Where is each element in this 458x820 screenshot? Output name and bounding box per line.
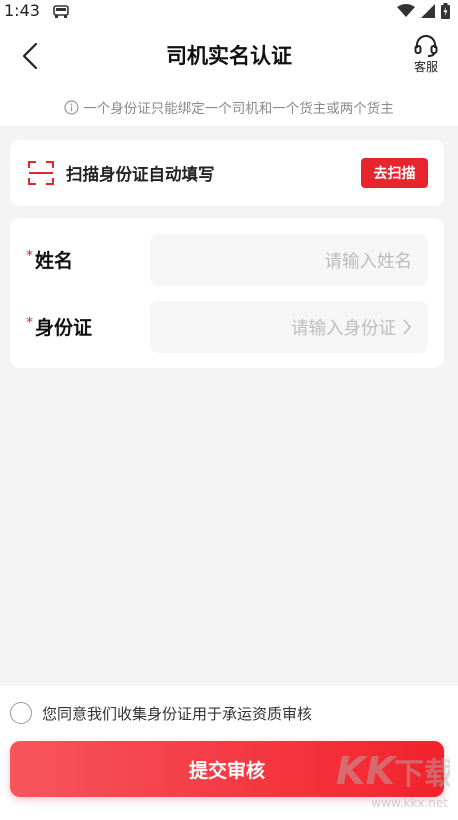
name-label: 姓名 — [35, 250, 74, 272]
required-mark: * — [26, 248, 33, 264]
bottom-panel: 您同意我们收集身份证用于承运资质审核 提交审核 — [0, 686, 458, 820]
id-number-label: 身份证 — [35, 317, 93, 339]
headset-icon — [414, 35, 438, 57]
agreement-toggle[interactable]: 您同意我们收集身份证用于承运资质审核 — [10, 702, 312, 724]
chevron-right-icon — [403, 319, 412, 335]
agreement-checkbox[interactable] — [10, 702, 32, 724]
name-input[interactable]: 请输入姓名 — [150, 234, 428, 286]
service-label: 客服 — [413, 60, 438, 74]
customer-service-button[interactable]: 客服 — [410, 34, 442, 75]
info-icon — [64, 99, 79, 115]
notice-text: 一个身份证只能绑定一个司机和一个货主或两个货主 — [83, 101, 394, 117]
name-placeholder: 请输入姓名 — [324, 251, 413, 272]
status-bar: 1:43 — [0, 0, 458, 24]
agreement-text: 您同意我们收集身份证用于承运资质审核 — [42, 704, 313, 723]
id-number-input[interactable]: 请输入身份证 — [150, 301, 428, 353]
id-number-placeholder: 请输入身份证 — [291, 318, 396, 339]
name-row: * 姓名 请输入姓名 — [10, 234, 444, 286]
screen: 1:43 司机实名认证 客服 一个身份证只能绑定一个司机和一个货主或两个货主 扫… — [0, 0, 458, 820]
car-icon — [53, 5, 69, 18]
scan-label: 扫描身份证自动填写 — [66, 165, 215, 184]
wifi-icon — [397, 4, 415, 17]
battery-icon — [441, 3, 450, 19]
submit-button[interactable]: 提交审核 — [10, 741, 444, 797]
signal-icon — [421, 4, 435, 18]
id-form-card: * 姓名 请输入姓名 * 身份证 请输入身份证 — [10, 218, 444, 368]
page-title: 司机实名认证 — [166, 44, 292, 68]
required-mark: * — [26, 315, 33, 331]
scan-button[interactable]: 去扫描 — [361, 158, 428, 188]
id-number-row: * 身份证 请输入身份证 — [10, 301, 444, 353]
scan-icon — [28, 161, 54, 185]
status-icons — [397, 3, 450, 19]
scan-card: 扫描身份证自动填写 去扫描 — [10, 140, 444, 206]
header: 司机实名认证 客服 — [0, 24, 458, 88]
status-time: 1:43 — [4, 1, 40, 20]
notice-bar: 一个身份证只能绑定一个司机和一个货主或两个货主 — [0, 88, 458, 126]
